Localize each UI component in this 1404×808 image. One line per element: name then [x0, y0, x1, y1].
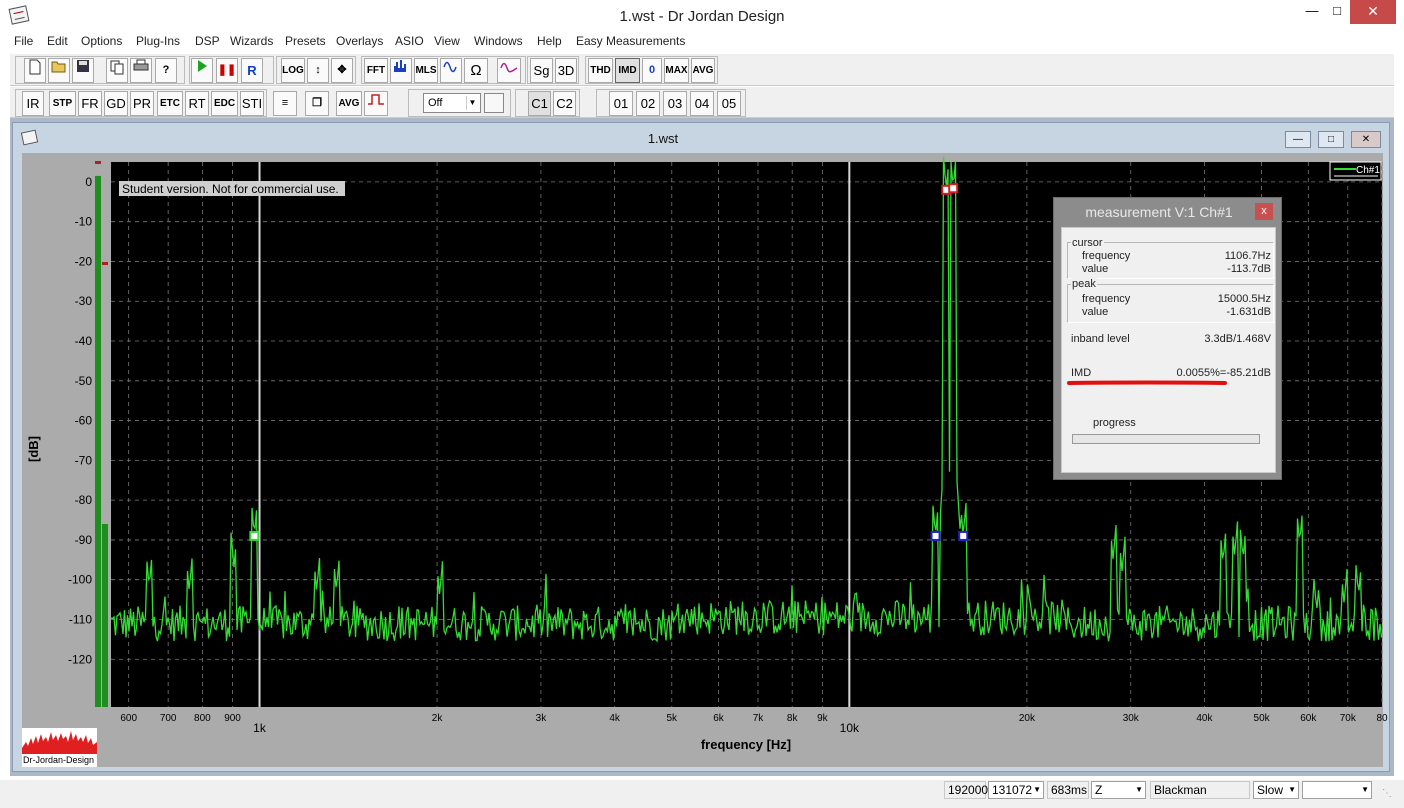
- y-tick-label: -110: [69, 612, 92, 626]
- x-tick-label: 20k: [1019, 713, 1036, 724]
- x-tick-label: 8k: [787, 713, 799, 724]
- level-meter-left: [95, 175, 101, 708]
- y-tick-labels: 0 -10 -20 -30 -40 -50 -60 -70 -80 -90 -100 -110 -120: [68, 175, 92, 666]
- y-tick-label: -40: [75, 334, 93, 348]
- y-axis-label: [dB]: [26, 436, 41, 462]
- level-meter: [95, 161, 108, 708]
- status-mode-value: Z: [1095, 783, 1103, 797]
- status-extra[interactable]: ▼: [1302, 781, 1372, 799]
- measurement-dialog-title: measurement V:1 Ch#1: [1085, 204, 1233, 220]
- status-mode[interactable]: Z ▼: [1091, 781, 1146, 799]
- status-duration: 683ms: [1047, 781, 1089, 799]
- y-tick-label: 0: [85, 175, 92, 189]
- status-fft-size-value: 131072: [992, 783, 1033, 797]
- x-tick-label: 5k: [667, 713, 679, 724]
- y-tick-label: -100: [68, 573, 92, 587]
- x-tick-label: 600: [120, 713, 137, 724]
- x-tick-labels: 600 700 800 900 1k 2k 3k 4k 5k 6k 7k 8k 9k 10k 20k 30k 4…: [120, 713, 1388, 735]
- y-tick-label: -20: [75, 254, 93, 268]
- x-tick-label: 3k: [536, 713, 548, 724]
- x-tick-label: 9k: [817, 713, 829, 724]
- measurement-close-button[interactable]: x: [1255, 203, 1273, 220]
- x-tick-label: 700: [160, 713, 177, 724]
- progress-fill: [1073, 435, 1259, 443]
- level-meter-peak-hold: [102, 262, 108, 265]
- logo-text: Dr-Jordan-Design: [23, 755, 95, 765]
- resize-grip-icon[interactable]: ⋱: [1382, 788, 1396, 802]
- chevron-down-icon: ▼: [1288, 785, 1296, 794]
- x-tick-label: 6k: [713, 713, 725, 724]
- status-speed[interactable]: Slow ▼: [1253, 781, 1299, 799]
- x-tick-label: 1k: [253, 721, 267, 735]
- x-tick-label: 2k: [432, 713, 444, 724]
- status-sample-rate: 192000: [944, 781, 988, 799]
- x-tick-label: 30k: [1123, 713, 1140, 724]
- status-speed-value: Slow: [1257, 783, 1284, 797]
- y-tick-label: -50: [75, 374, 93, 388]
- watermark-text: Student version. Not for commercial use.: [122, 182, 339, 196]
- y-tick-label: -70: [75, 453, 93, 467]
- marker-side: [958, 530, 969, 541]
- y-tick-label: -120: [68, 652, 92, 666]
- status-fft-size[interactable]: 131072 ▼: [988, 781, 1044, 799]
- status-window: Blackman: [1150, 781, 1250, 799]
- logo: Dr-Jordan-Design: [22, 728, 97, 767]
- progress-bar: [1072, 434, 1260, 444]
- chevron-down-icon: ▼: [1361, 785, 1369, 794]
- y-tick-label: -90: [75, 533, 93, 547]
- x-tick-label: 800: [194, 713, 211, 724]
- app-window: 1.wst - Dr Jordan Design — □ ✕ File Edit…: [0, 0, 1404, 808]
- marker-side: [930, 530, 941, 541]
- marker-peak: [948, 183, 959, 194]
- level-meter-clip-left: [95, 161, 101, 164]
- x-tick-label: 70k: [1340, 713, 1357, 724]
- y-tick-label: -80: [75, 493, 93, 507]
- chevron-down-icon: ▼: [1033, 785, 1041, 794]
- x-tick-label: 4k: [609, 713, 621, 724]
- level-meter-right: [102, 524, 108, 707]
- marker-cursor: [249, 530, 260, 541]
- x-tick-label: 50k: [1254, 713, 1271, 724]
- x-tick-label: 80: [1376, 713, 1388, 724]
- progress-area: progress: [1061, 226, 1276, 472]
- x-tick-label: 7k: [753, 713, 765, 724]
- legend-label: Ch#1: [1356, 165, 1380, 176]
- progress-label: progress: [1093, 417, 1136, 429]
- x-tick-label: 40k: [1196, 713, 1213, 724]
- x-tick-label: 900: [224, 713, 241, 724]
- x-axis-label: frequency [Hz]: [701, 737, 791, 752]
- x-tick-label: 10k: [840, 721, 860, 735]
- logo-waveform-icon: [22, 731, 97, 754]
- y-tick-label: -60: [75, 414, 93, 428]
- y-tick-label: -10: [75, 215, 93, 229]
- y-tick-label: -30: [75, 294, 93, 308]
- chevron-down-icon: ▼: [1135, 785, 1143, 794]
- x-tick-label: 60k: [1300, 713, 1317, 724]
